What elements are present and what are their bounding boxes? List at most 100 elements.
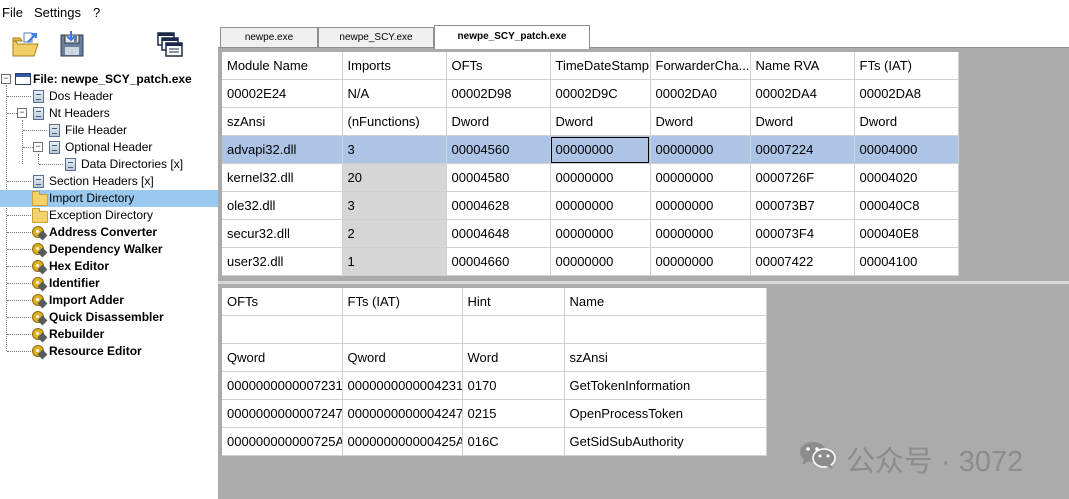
table-cell[interactable]: 00000000 bbox=[549, 135, 651, 164]
save-file-icon[interactable] bbox=[57, 30, 87, 60]
table-cell[interactable]: 00004660 bbox=[446, 247, 551, 276]
table-cell[interactable]: OpenProcessToken bbox=[564, 399, 767, 428]
table-cell[interactable]: 000000000000425A bbox=[342, 427, 463, 456]
table-cell[interactable]: 0000726F bbox=[750, 163, 855, 192]
menu-file[interactable]: File bbox=[2, 5, 23, 20]
table-cell[interactable]: 00000000 bbox=[549, 219, 651, 248]
table-cell[interactable]: user32.dll bbox=[222, 247, 343, 276]
table-row[interactable]: kernel32.dll 20 00004580 00000000 000000… bbox=[222, 163, 959, 192]
pane-splitter[interactable] bbox=[218, 281, 1069, 284]
table-cell[interactable]: 0000000000004247 bbox=[342, 399, 463, 428]
table-cell[interactable]: 00000000 bbox=[650, 191, 751, 220]
table-cell[interactable]: 0000000000007247 bbox=[222, 399, 343, 428]
table-cell[interactable]: 0215 bbox=[462, 399, 565, 428]
tree-item-resource-editor[interactable]: Resource Editor bbox=[0, 343, 218, 360]
table-cell[interactable]: 016C bbox=[462, 427, 565, 456]
table-cell[interactable]: 20 bbox=[342, 163, 447, 192]
column-header[interactable]: Module Name bbox=[222, 52, 343, 80]
table-cell[interactable]: 00004628 bbox=[446, 191, 551, 220]
table-row[interactable]: 0000000000007247 0000000000004247 0215 O… bbox=[222, 399, 767, 428]
table-cell[interactable]: GetTokenInformation bbox=[564, 371, 767, 400]
tree-item-nt-headers[interactable]: − Nt Headers bbox=[0, 105, 218, 122]
table-cell[interactable]: 000073B7 bbox=[750, 191, 855, 220]
table-cell[interactable]: 00000000 bbox=[549, 191, 651, 220]
table-cell[interactable]: 00007224 bbox=[750, 135, 855, 164]
table-cell[interactable]: 0170 bbox=[462, 371, 565, 400]
tab-newpe-scy[interactable]: newpe_SCY.exe bbox=[318, 27, 434, 48]
table-row[interactable]: 000000000000725A 000000000000425A 016C G… bbox=[222, 427, 767, 456]
table-cell[interactable]: 00004560 bbox=[446, 135, 551, 164]
table-cell[interactable]: 00000000 bbox=[650, 219, 751, 248]
tree-item-quick-disassembler[interactable]: Quick Disassembler bbox=[0, 309, 218, 326]
column-header[interactable]: OFTs bbox=[446, 52, 551, 80]
table-cell[interactable]: 00004580 bbox=[446, 163, 551, 192]
table-cell[interactable]: advapi32.dll bbox=[222, 135, 343, 164]
table-cell[interactable]: 00007422 bbox=[750, 247, 855, 276]
table-cell: Dword bbox=[446, 107, 551, 136]
table-cell[interactable]: 00000000 bbox=[650, 163, 751, 192]
tool-icon bbox=[32, 277, 48, 292]
tree-item-hex-editor[interactable]: Hex Editor bbox=[0, 258, 218, 275]
table-cell[interactable]: 00000000 bbox=[650, 135, 751, 164]
table-cell[interactable]: 0000000000007231 bbox=[222, 371, 343, 400]
collapse-icon[interactable]: − bbox=[1, 74, 11, 84]
table-cell[interactable]: 00004000 bbox=[854, 135, 959, 164]
table-cell[interactable]: 000073F4 bbox=[750, 219, 855, 248]
table-cell[interactable]: kernel32.dll bbox=[222, 163, 343, 192]
tab-newpe-scy-patch[interactable]: newpe_SCY_patch.exe bbox=[434, 25, 590, 49]
column-header[interactable]: TimeDateStamp bbox=[549, 52, 651, 80]
table-cell[interactable]: 00000000 bbox=[549, 247, 651, 276]
menu-bar: File Settings ? bbox=[0, 0, 1069, 24]
table-row[interactable]: ole32.dll 3 00004628 00000000 00000000 0… bbox=[222, 191, 959, 220]
column-header[interactable]: FTs (IAT) bbox=[342, 288, 463, 316]
table-cell[interactable]: 00004100 bbox=[854, 247, 959, 276]
menu-settings[interactable]: Settings bbox=[34, 5, 81, 20]
table-row[interactable]: secur32.dll 2 00004648 00000000 00000000… bbox=[222, 219, 959, 248]
column-header[interactable]: Name bbox=[564, 288, 767, 316]
tree-item-identifier[interactable]: Identifier bbox=[0, 275, 218, 292]
tree-item-import-adder[interactable]: Import Adder bbox=[0, 292, 218, 309]
table-cell[interactable]: 000040E8 bbox=[854, 219, 959, 248]
tree-item-section-headers[interactable]: Section Headers [x] bbox=[0, 173, 218, 190]
table-cell[interactable]: 000040C8 bbox=[854, 191, 959, 220]
windows-icon[interactable] bbox=[155, 30, 185, 60]
table-cell[interactable]: 1 bbox=[342, 247, 447, 276]
tree-item-import-directory[interactable]: Import Directory bbox=[0, 190, 218, 207]
table-cell[interactable]: 00000000 bbox=[549, 163, 651, 192]
tree-item-dos-header[interactable]: Dos Header bbox=[0, 88, 218, 105]
table-cell[interactable]: 000000000000725A bbox=[222, 427, 343, 456]
column-header[interactable]: Hint bbox=[462, 288, 565, 316]
tree-item-data-directories[interactable]: Data Directories [x] bbox=[0, 156, 218, 173]
collapse-icon[interactable]: − bbox=[17, 108, 27, 118]
tree-item-optional-header[interactable]: − Optional Header bbox=[0, 139, 218, 156]
column-header[interactable]: Imports bbox=[342, 52, 447, 80]
open-file-icon[interactable] bbox=[10, 30, 40, 60]
column-header[interactable]: ForwarderCha... bbox=[650, 52, 751, 80]
table-row[interactable]: 0000000000007231 0000000000004231 0170 G… bbox=[222, 371, 767, 400]
table-cell[interactable]: secur32.dll bbox=[222, 219, 343, 248]
tree-item-dependency-walker[interactable]: Dependency Walker bbox=[0, 241, 218, 258]
table-cell[interactable]: 00004020 bbox=[854, 163, 959, 192]
tree-item-rebuilder[interactable]: Rebuilder bbox=[0, 326, 218, 343]
table-cell[interactable]: 00000000 bbox=[650, 247, 751, 276]
tree-item-exception-directory[interactable]: Exception Directory bbox=[0, 207, 218, 224]
table-cell[interactable]: 3 bbox=[342, 135, 447, 164]
table-cell[interactable]: 00004648 bbox=[446, 219, 551, 248]
tree-item-file-root[interactable]: − File: newpe_SCY_patch.exe bbox=[0, 71, 218, 88]
table-row[interactable]: user32.dll 1 00004660 00000000 00000000 … bbox=[222, 247, 959, 276]
table-row[interactable]: advapi32.dll 3 00004560 00000000 0000000… bbox=[222, 135, 959, 164]
table-cell[interactable]: 0000000000004231 bbox=[342, 371, 463, 400]
table-cell[interactable]: ole32.dll bbox=[222, 191, 343, 220]
tab-newpe[interactable]: newpe.exe bbox=[220, 27, 318, 48]
table-cell: 00002D9C bbox=[549, 79, 651, 108]
menu-help[interactable]: ? bbox=[93, 5, 100, 20]
column-header[interactable]: OFTs bbox=[222, 288, 343, 316]
column-header[interactable]: Name RVA bbox=[750, 52, 855, 80]
table-cell[interactable]: GetSidSubAuthority bbox=[564, 427, 767, 456]
table-cell[interactable]: 3 bbox=[342, 191, 447, 220]
table-cell[interactable]: 2 bbox=[342, 219, 447, 248]
column-header[interactable]: FTs (IAT) bbox=[854, 52, 959, 80]
tree-item-address-converter[interactable]: Address Converter bbox=[0, 224, 218, 241]
tree-item-file-header[interactable]: File Header bbox=[0, 122, 218, 139]
collapse-icon[interactable]: − bbox=[33, 142, 43, 152]
